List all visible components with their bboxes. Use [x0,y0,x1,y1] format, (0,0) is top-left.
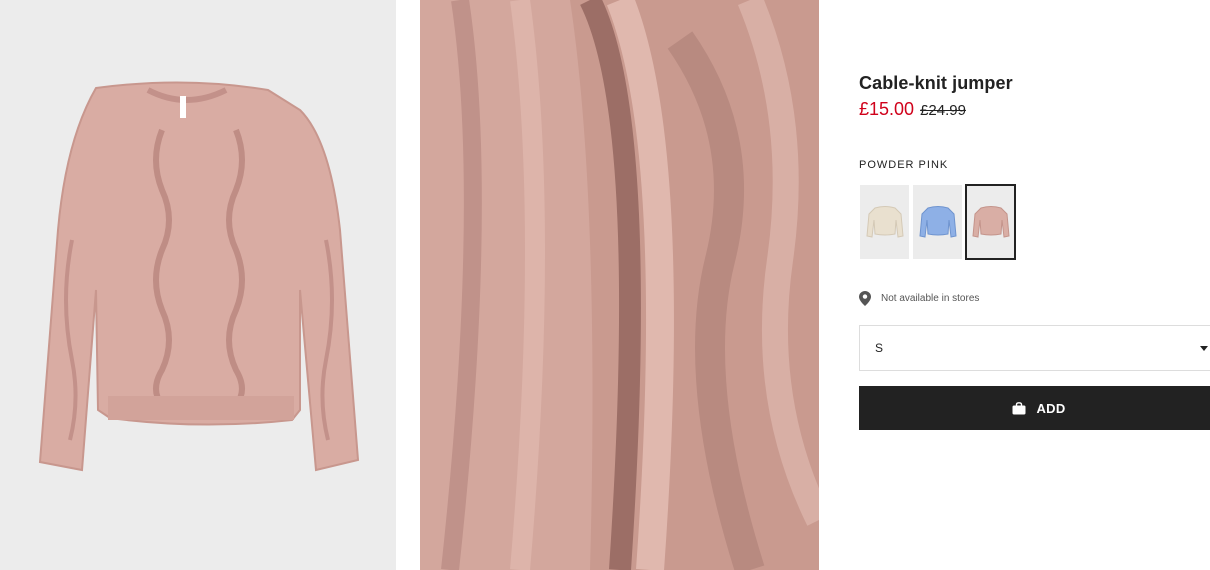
store-availability: Not available in stores [859,291,979,306]
product-image-detail[interactable] [420,0,819,570]
shopping-bag-icon [1012,401,1026,414]
sweater-beige-thumbnail [865,206,904,238]
swatch-powder-pink[interactable] [965,184,1016,260]
product-title: Cable-knit jumper [859,73,1013,93]
color-swatches [859,184,1016,260]
sweater-blue-thumbnail [918,206,957,238]
store-availability-text: Not available in stores [881,293,980,304]
product-info-panel: Cable-knit jumper £15.00 £24.99 POWDER P… [859,0,1210,570]
chevron-down-icon [1200,346,1208,351]
knit-detail-illustration [420,0,819,570]
sale-price: £15.00 [859,99,915,119]
swatch-beige[interactable] [859,184,910,260]
price-row: £15.00 £24.99 [859,99,966,120]
location-pin-icon [859,291,871,306]
selected-color-name: POWDER PINK [859,159,949,171]
product-image-main[interactable] [0,0,396,570]
sweater-photo-illustration [0,0,396,570]
sweater-pink-thumbnail [971,206,1010,238]
add-to-bag-button[interactable]: ADD [859,386,1210,430]
product-page: Cable-knit jumper £15.00 £24.99 POWDER P… [0,0,1210,570]
size-select-value: S [875,341,884,355]
add-button-label: ADD [1036,400,1066,416]
size-select[interactable]: S [859,325,1210,371]
original-price: £24.99 [920,102,966,119]
swatch-blue[interactable] [912,184,963,260]
